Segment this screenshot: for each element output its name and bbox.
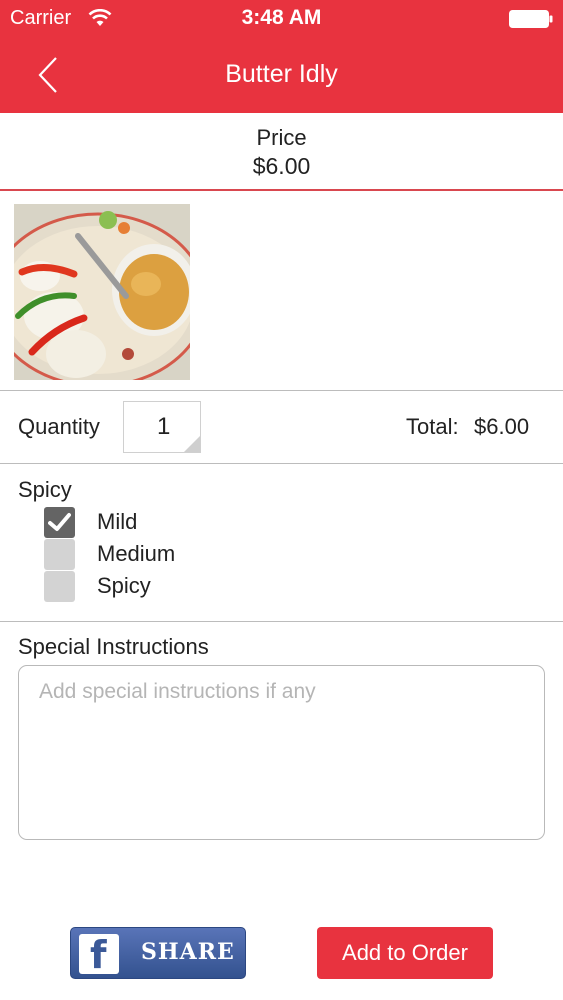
price-label: Price	[256, 125, 307, 150]
food-image	[14, 204, 190, 380]
spicy-checkbox[interactable]	[44, 571, 75, 602]
status-time: 3:48 AM	[241, 6, 322, 29]
facebook-icon: f	[79, 933, 119, 977]
quantity-resize-icon	[184, 436, 200, 452]
mild-checkbox[interactable]	[44, 507, 75, 538]
share-label: SHARE	[141, 939, 235, 965]
spicy-option-spicy[interactable]: Spicy	[44, 571, 344, 603]
header: Carrier 3:48 AM Butter Idly	[0, 0, 563, 113]
option-label: Spicy	[97, 573, 151, 598]
option-label: Mild	[97, 509, 138, 534]
spicy-title: Spicy	[18, 477, 72, 502]
add-to-order-button[interactable]: Add to Order	[317, 927, 493, 979]
facebook-glyph: f	[90, 933, 107, 977]
price-value: $6.00	[252, 153, 311, 179]
nav-bar: Butter Idly	[0, 38, 563, 113]
spicy-option-medium[interactable]: Medium	[44, 539, 344, 571]
page-title: Butter Idly	[225, 60, 338, 88]
quantity-row: Quantity Total: $6.00	[0, 391, 563, 463]
spicy-option-mild[interactable]: Mild	[44, 507, 344, 539]
quantity-label: Quantity	[18, 414, 100, 439]
instructions-title: Special Instructions	[18, 634, 209, 659]
total-value: $6.00	[474, 414, 530, 439]
status-bar: Carrier 3:48 AM	[0, 0, 563, 38]
option-label: Medium	[97, 541, 176, 566]
price-section: Price $6.00	[0, 113, 563, 191]
check-icon	[48, 513, 71, 531]
battery-icon	[509, 10, 553, 28]
medium-checkbox[interactable]	[44, 539, 75, 570]
facebook-share-button[interactable]: f SHARE	[70, 927, 246, 979]
special-instructions-input[interactable]	[18, 665, 545, 840]
spicy-section: Spicy Mild Medium Spicy	[0, 464, 563, 621]
instructions-section: Special Instructions	[0, 622, 563, 852]
total-label: Total:	[406, 414, 459, 439]
